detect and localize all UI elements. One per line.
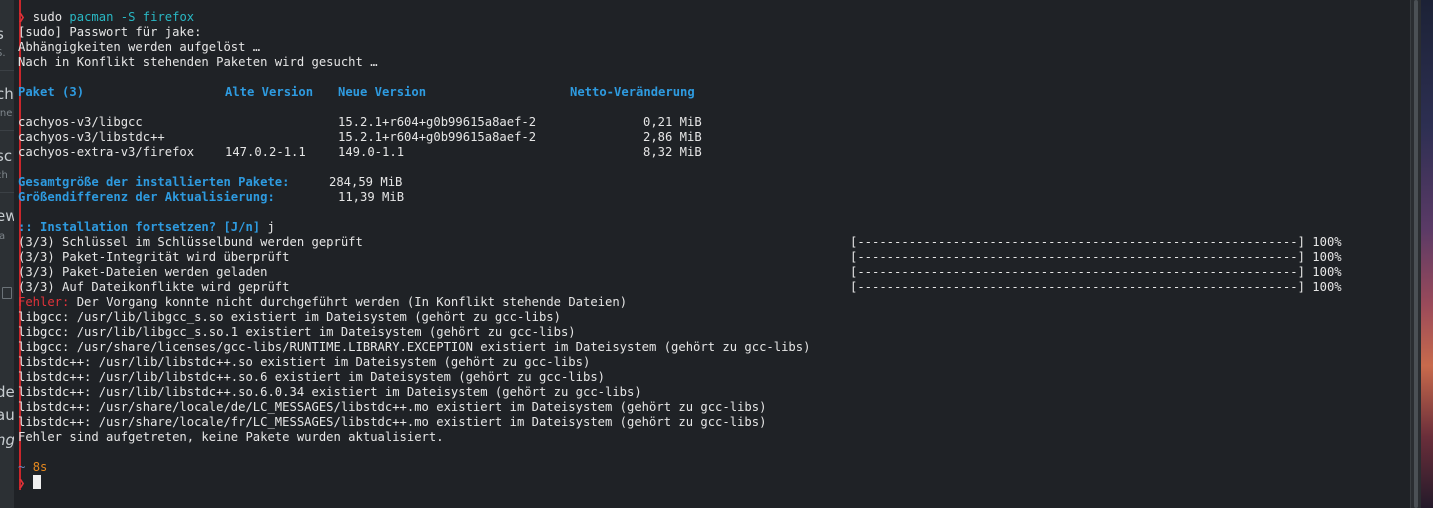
progress-bar: [---------------------------------------… xyxy=(850,280,1342,295)
desktop-screen: s S. ch rne sc ch ew Ja de au ng ❯ sudo … xyxy=(0,0,1433,508)
summary-installed: Gesamtgröße der installierten Pakete: 284… xyxy=(18,175,1410,190)
bg-divider xyxy=(0,192,14,193)
package-row: cachyos-v3/libstdc++ 15.2.1+r604+g0b99615… xyxy=(18,130,1410,145)
prompt-symbol: ❯ xyxy=(18,10,26,24)
conflict-line: libgcc: /usr/share/licenses/gcc-libs/RUN… xyxy=(18,340,811,354)
bg-divider xyxy=(0,70,14,71)
progress-bar: [---------------------------------------… xyxy=(850,250,1342,265)
progress-label: (3/3) Paket-Integrität wird überprüft xyxy=(18,250,290,264)
bg-window-text: Ja xyxy=(0,231,6,242)
prompt-symbol: ❯ xyxy=(18,476,26,490)
bg-window-text: s xyxy=(0,26,4,42)
desktop-wallpaper-strip xyxy=(1421,0,1433,508)
command-sudo: sudo xyxy=(32,10,63,24)
row-new-version: 15.2.1+r604+g0b99615a8aef-2 xyxy=(338,130,537,144)
bg-window-text: ch xyxy=(0,170,8,181)
text-cursor[interactable] xyxy=(32,475,41,489)
confirm-question: :: Installation fortsetzen? [J/n] xyxy=(18,220,261,234)
conflict-line: libstdc++: /usr/share/locale/fr/LC_MESSA… xyxy=(18,415,767,429)
header-new-version: Neue Version xyxy=(338,85,427,99)
output-line: [sudo] Passwort für jake: xyxy=(18,25,202,39)
progress-label: (3/3) Auf Dateikonflikte wird geprüft xyxy=(18,280,290,294)
progress-label: (3/3) Schlüssel im Schlüsselbund werden … xyxy=(18,235,363,249)
progress-label: (3/3) Paket-Dateien werden geladen xyxy=(18,265,268,279)
terminal-window[interactable]: ❯ sudo pacman -S firefox [sudo] Passwort… xyxy=(14,0,1410,508)
final-message: Fehler sind aufgetreten, keine Pakete wu… xyxy=(18,430,444,444)
background-window-edge[interactable]: s S. ch rne sc ch ew Ja de au ng xyxy=(0,0,14,508)
summary-installed-label: Gesamtgröße der installierten Pakete: xyxy=(18,175,290,189)
bg-window-text: ch xyxy=(0,85,14,103)
conflict-line: libgcc: /usr/lib/libgcc_s.so existiert i… xyxy=(18,310,561,324)
header-old-version: Alte Version xyxy=(225,85,314,99)
package-table-header: Paket (3) Alte Version Neue Version Netto-V… xyxy=(18,85,1410,100)
progress-percent: 100% xyxy=(1312,250,1342,264)
summary-installed-value: 284,59 MiB xyxy=(329,175,403,189)
bg-window-text: ew xyxy=(0,207,14,225)
row-net-change: 2,86 MiB xyxy=(643,130,702,144)
command-args: -S firefox xyxy=(120,10,195,24)
conflict-line: libstdc++: /usr/lib/libstdc++.so.6 exist… xyxy=(18,370,605,384)
bg-window-text: de xyxy=(0,383,14,401)
row-package: cachyos-extra-v3/firefox xyxy=(18,145,195,159)
scrollbar-thumb[interactable] xyxy=(1414,0,1418,508)
package-row: cachyos-v3/libgcc 15.2.1+r604+g0b99615a8a… xyxy=(18,115,1410,130)
progress-bar-track: [---------------------------------------… xyxy=(850,250,1305,264)
command-line: ❯ sudo pacman -S firefox xyxy=(18,10,1410,25)
error-message: Der Vorgang konnte nicht durchgeführt we… xyxy=(76,295,628,309)
home-indicator: ~ xyxy=(18,460,26,474)
confirm-line: :: Installation fortsetzen? [J/n] j xyxy=(18,220,1410,235)
progress-bar: [---------------------------------------… xyxy=(850,235,1342,250)
input-prompt-line[interactable]: ❯ xyxy=(18,475,1410,490)
conflict-line: libstdc++: /usr/lib/libstdc++.so.6.0.34 … xyxy=(18,385,642,399)
header-net-change: Netto-Veränderung xyxy=(570,85,695,99)
progress-bar-track: [---------------------------------------… xyxy=(850,235,1305,249)
summary-diff-label: Größendifferenz der Aktualisierung: xyxy=(18,190,275,204)
row-new-version: 149.0-1.1 xyxy=(338,145,405,159)
progress-step: (3/3) Paket-Integrität wird überprüft [--… xyxy=(18,250,1410,265)
progress-step: (3/3) Schlüssel im Schlüsselbund werden … xyxy=(18,235,1410,250)
bg-window-text: rne xyxy=(0,108,13,119)
summary-diff: Größendifferenz der Aktualisierung: 11,39… xyxy=(18,190,1410,205)
row-package: cachyos-v3/libgcc xyxy=(18,115,143,129)
progress-percent: 100% xyxy=(1312,280,1342,294)
progress-bar-track: [---------------------------------------… xyxy=(850,265,1305,279)
output-line: Nach in Konflikt stehenden Paketen wird … xyxy=(18,55,378,69)
row-package: cachyos-v3/libstdc++ xyxy=(18,130,165,144)
progress-bar-track: [---------------------------------------… xyxy=(850,280,1305,294)
row-old-version: 147.0.2-1.1 xyxy=(225,145,306,159)
progress-percent: 100% xyxy=(1312,235,1342,249)
output-line: Abhängigkeiten werden aufgelöst … xyxy=(18,40,261,54)
header-package: Paket (3) xyxy=(18,85,85,99)
confirm-answer: j xyxy=(267,220,275,234)
document-icon xyxy=(2,287,12,299)
command-duration: 8s xyxy=(32,460,48,474)
progress-percent: 100% xyxy=(1312,265,1342,279)
progress-step: (3/3) Paket-Dateien werden geladen [-----… xyxy=(18,265,1410,280)
progress-step: (3/3) Auf Dateikonflikte wird geprüft [--… xyxy=(18,280,1410,295)
conflict-line: libgcc: /usr/lib/libgcc_s.so.1 existiert… xyxy=(18,325,576,339)
command-pacman: pacman xyxy=(69,10,114,24)
bg-window-text: ng xyxy=(0,432,14,448)
error-line: Fehler: Der Vorgang konnte nicht durchge… xyxy=(18,295,1410,310)
row-new-version: 15.2.1+r604+g0b99615a8aef-2 xyxy=(338,115,537,129)
terminal-scrollbar[interactable] xyxy=(1410,0,1421,508)
conflict-line: libstdc++: /usr/lib/libstdc++.so existie… xyxy=(18,355,591,369)
row-net-change: 8,32 MiB xyxy=(643,145,702,159)
progress-bar: [---------------------------------------… xyxy=(850,265,1342,280)
bg-window-text: au xyxy=(0,406,14,424)
prompt-status-line: ~ 8s xyxy=(18,460,1410,475)
conflict-line: libstdc++: /usr/share/locale/de/LC_MESSA… xyxy=(18,400,767,414)
bg-divider xyxy=(0,130,14,131)
package-row: cachyos-extra-v3/firefox 147.0.2-1.1 149.0… xyxy=(18,145,1410,160)
row-net-change: 0,21 MiB xyxy=(643,115,702,129)
bg-window-text: sc xyxy=(0,147,13,165)
bg-window-text: S. xyxy=(0,48,6,59)
error-label: Fehler: xyxy=(18,295,70,309)
summary-diff-value: 11,39 MiB xyxy=(338,190,405,204)
